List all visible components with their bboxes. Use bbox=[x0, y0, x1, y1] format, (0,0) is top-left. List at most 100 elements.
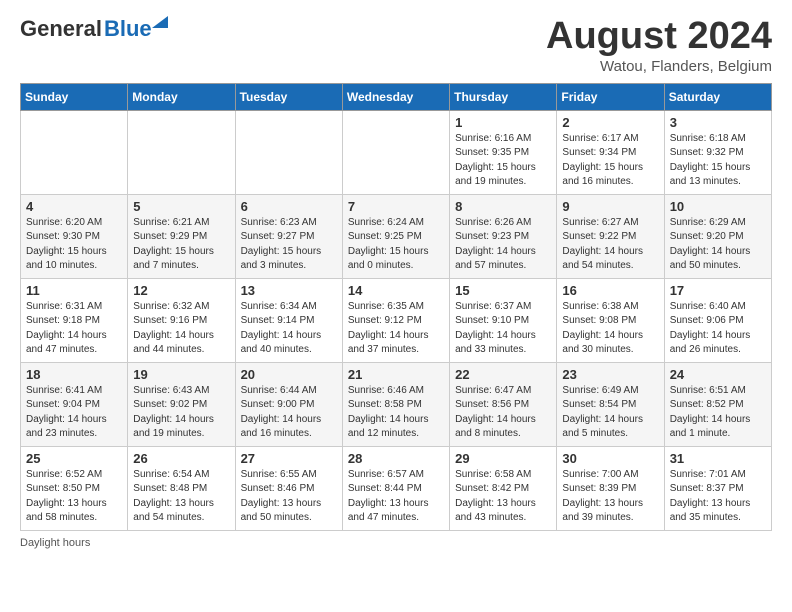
calendar-cell: 3Sunrise: 6:18 AM Sunset: 9:32 PM Daylig… bbox=[664, 110, 771, 194]
calendar-header-thursday: Thursday bbox=[450, 83, 557, 110]
day-number: 27 bbox=[241, 451, 337, 466]
logo-general-text: General bbox=[20, 16, 102, 42]
day-number: 16 bbox=[562, 283, 658, 298]
logo: General Blue bbox=[20, 16, 152, 42]
day-info: Sunrise: 6:55 AM Sunset: 8:46 PM Dayligh… bbox=[241, 468, 337, 526]
calendar-table: SundayMondayTuesdayWednesdayThursdayFrid… bbox=[20, 83, 772, 531]
day-number: 5 bbox=[133, 199, 229, 214]
calendar-week-row: 11Sunrise: 6:31 AM Sunset: 9:18 PM Dayli… bbox=[21, 278, 772, 362]
day-info: Sunrise: 6:31 AM Sunset: 9:18 PM Dayligh… bbox=[26, 300, 122, 358]
logo-blue-text: Blue bbox=[104, 16, 152, 41]
calendar-cell: 15 Sunrise: 6:37 AM Sunset: 9:10 PM Dayli… bbox=[450, 278, 557, 362]
calendar-cell: 25 Sunrise: 6:52 AM Sunset: 8:50 PM Dayli… bbox=[21, 446, 128, 530]
calendar-week-row: 18 Sunrise: 6:41 AM Sunset: 9:04 PM Dayli… bbox=[21, 362, 772, 446]
calendar-cell bbox=[21, 110, 128, 194]
calendar-cell: 14 Sunrise: 6:35 AM Sunset: 9:12 PM Dayli… bbox=[342, 278, 449, 362]
day-info: Sunrise: 6:58 AM Sunset: 8:42 PM Dayligh… bbox=[455, 468, 551, 526]
calendar-cell: 16 Sunrise: 6:38 AM Sunset: 9:08 PM Dayli… bbox=[557, 278, 664, 362]
calendar-cell: 5Sunrise: 6:21 AM Sunset: 9:29 PM Daylig… bbox=[128, 194, 235, 278]
day-number: 1 bbox=[455, 115, 551, 130]
calendar-header-monday: Monday bbox=[128, 83, 235, 110]
day-info: Sunrise: 6:40 AM Sunset: 9:06 PM Dayligh… bbox=[670, 300, 766, 358]
calendar-cell: 19 Sunrise: 6:43 AM Sunset: 9:02 PM Dayli… bbox=[128, 362, 235, 446]
calendar-cell: 27 Sunrise: 6:55 AM Sunset: 8:46 PM Dayli… bbox=[235, 446, 342, 530]
day-info: Sunrise: 6:52 AM Sunset: 8:50 PM Dayligh… bbox=[26, 468, 122, 526]
day-number: 19 bbox=[133, 367, 229, 382]
day-number: 4 bbox=[26, 199, 122, 214]
calendar-cell: 13Sunrise: 6:34 AM Sunset: 9:14 PM Dayli… bbox=[235, 278, 342, 362]
day-number: 10 bbox=[670, 199, 766, 214]
day-number: 18 bbox=[26, 367, 122, 382]
calendar-header-saturday: Saturday bbox=[664, 83, 771, 110]
calendar-cell: 20 Sunrise: 6:44 AM Sunset: 9:00 PM Dayli… bbox=[235, 362, 342, 446]
day-number: 7 bbox=[348, 199, 444, 214]
day-info: Sunrise: 6:46 AM Sunset: 8:58 PM Dayligh… bbox=[348, 384, 444, 442]
calendar-cell: 17 Sunrise: 6:40 AM Sunset: 9:06 PM Dayli… bbox=[664, 278, 771, 362]
calendar-cell: 30Sunrise: 7:00 AM Sunset: 8:39 PM Dayli… bbox=[557, 446, 664, 530]
footer-note: Daylight hours bbox=[20, 537, 772, 549]
day-info: Sunrise: 6:16 AM Sunset: 9:35 PM Dayligh… bbox=[455, 132, 551, 190]
day-info: Sunrise: 7:01 AM Sunset: 8:37 PM Dayligh… bbox=[670, 468, 766, 526]
day-number: 20 bbox=[241, 367, 337, 382]
day-number: 25 bbox=[26, 451, 122, 466]
calendar-cell: 1 Sunrise: 6:16 AM Sunset: 9:35 PM Daylig… bbox=[450, 110, 557, 194]
day-number: 24 bbox=[670, 367, 766, 382]
day-info: Sunrise: 6:51 AM Sunset: 8:52 PM Dayligh… bbox=[670, 384, 766, 442]
calendar-cell: 8Sunrise: 6:26 AM Sunset: 9:23 PM Daylig… bbox=[450, 194, 557, 278]
calendar-cell: 26 Sunrise: 6:54 AM Sunset: 8:48 PM Dayli… bbox=[128, 446, 235, 530]
day-number: 14 bbox=[348, 283, 444, 298]
day-info: Sunrise: 6:35 AM Sunset: 9:12 PM Dayligh… bbox=[348, 300, 444, 358]
day-info: Sunrise: 6:17 AM Sunset: 9:34 PM Dayligh… bbox=[562, 132, 658, 190]
calendar-cell: 4 Sunrise: 6:20 AM Sunset: 9:30 PM Daylig… bbox=[21, 194, 128, 278]
calendar-cell: 24 Sunrise: 6:51 AM Sunset: 8:52 PM Dayli… bbox=[664, 362, 771, 446]
day-number: 15 bbox=[455, 283, 551, 298]
day-info: Sunrise: 6:49 AM Sunset: 8:54 PM Dayligh… bbox=[562, 384, 658, 442]
day-info: Sunrise: 6:32 AM Sunset: 9:16 PM Dayligh… bbox=[133, 300, 229, 358]
day-number: 9 bbox=[562, 199, 658, 214]
title-area: August 2024 Watou, Flanders, Belgium bbox=[546, 16, 772, 75]
day-info: Sunrise: 6:20 AM Sunset: 9:30 PM Dayligh… bbox=[26, 216, 122, 274]
day-info: Sunrise: 6:24 AM Sunset: 9:25 PM Dayligh… bbox=[348, 216, 444, 274]
day-number: 22 bbox=[455, 367, 551, 382]
day-number: 17 bbox=[670, 283, 766, 298]
day-info: Sunrise: 6:37 AM Sunset: 9:10 PM Dayligh… bbox=[455, 300, 551, 358]
calendar-cell: 12Sunrise: 6:32 AM Sunset: 9:16 PM Dayli… bbox=[128, 278, 235, 362]
day-info: Sunrise: 6:34 AM Sunset: 9:14 PM Dayligh… bbox=[241, 300, 337, 358]
day-info: Sunrise: 6:27 AM Sunset: 9:22 PM Dayligh… bbox=[562, 216, 658, 274]
day-info: Sunrise: 6:29 AM Sunset: 9:20 PM Dayligh… bbox=[670, 216, 766, 274]
calendar-cell: 21Sunrise: 6:46 AM Sunset: 8:58 PM Dayli… bbox=[342, 362, 449, 446]
month-year-title: August 2024 bbox=[546, 16, 772, 58]
calendar-cell: 31Sunrise: 7:01 AM Sunset: 8:37 PM Dayli… bbox=[664, 446, 771, 530]
day-info: Sunrise: 6:44 AM Sunset: 9:00 PM Dayligh… bbox=[241, 384, 337, 442]
calendar-cell: 7 Sunrise: 6:24 AM Sunset: 9:25 PM Daylig… bbox=[342, 194, 449, 278]
header: General Blue August 2024 Watou, Flanders… bbox=[20, 16, 772, 75]
calendar-cell bbox=[342, 110, 449, 194]
daylight-label: Daylight hours bbox=[20, 537, 90, 549]
day-number: 28 bbox=[348, 451, 444, 466]
calendar-cell: 10 Sunrise: 6:29 AM Sunset: 9:20 PM Dayli… bbox=[664, 194, 771, 278]
day-info: Sunrise: 7:00 AM Sunset: 8:39 PM Dayligh… bbox=[562, 468, 658, 526]
calendar-cell: 29 Sunrise: 6:58 AM Sunset: 8:42 PM Dayli… bbox=[450, 446, 557, 530]
day-number: 23 bbox=[562, 367, 658, 382]
calendar-cell bbox=[128, 110, 235, 194]
calendar-header-tuesday: Tuesday bbox=[235, 83, 342, 110]
day-info: Sunrise: 6:41 AM Sunset: 9:04 PM Dayligh… bbox=[26, 384, 122, 442]
calendar-cell: 2 Sunrise: 6:17 AM Sunset: 9:34 PM Daylig… bbox=[557, 110, 664, 194]
day-number: 8 bbox=[455, 199, 551, 214]
day-number: 29 bbox=[455, 451, 551, 466]
day-info: Sunrise: 6:23 AM Sunset: 9:27 PM Dayligh… bbox=[241, 216, 337, 274]
day-number: 3 bbox=[670, 115, 766, 130]
day-info: Sunrise: 6:38 AM Sunset: 9:08 PM Dayligh… bbox=[562, 300, 658, 358]
calendar-cell: 6Sunrise: 6:23 AM Sunset: 9:27 PM Daylig… bbox=[235, 194, 342, 278]
calendar-week-row: 1 Sunrise: 6:16 AM Sunset: 9:35 PM Daylig… bbox=[21, 110, 772, 194]
calendar-cell: 18 Sunrise: 6:41 AM Sunset: 9:04 PM Dayli… bbox=[21, 362, 128, 446]
calendar-week-row: 25 Sunrise: 6:52 AM Sunset: 8:50 PM Dayli… bbox=[21, 446, 772, 530]
day-number: 26 bbox=[133, 451, 229, 466]
day-number: 2 bbox=[562, 115, 658, 130]
calendar-cell: 11Sunrise: 6:31 AM Sunset: 9:18 PM Dayli… bbox=[21, 278, 128, 362]
day-info: Sunrise: 6:43 AM Sunset: 9:02 PM Dayligh… bbox=[133, 384, 229, 442]
calendar-header-row: SundayMondayTuesdayWednesdayThursdayFrid… bbox=[21, 83, 772, 110]
day-info: Sunrise: 6:54 AM Sunset: 8:48 PM Dayligh… bbox=[133, 468, 229, 526]
calendar-cell: 9 Sunrise: 6:27 AM Sunset: 9:22 PM Daylig… bbox=[557, 194, 664, 278]
calendar-header-friday: Friday bbox=[557, 83, 664, 110]
